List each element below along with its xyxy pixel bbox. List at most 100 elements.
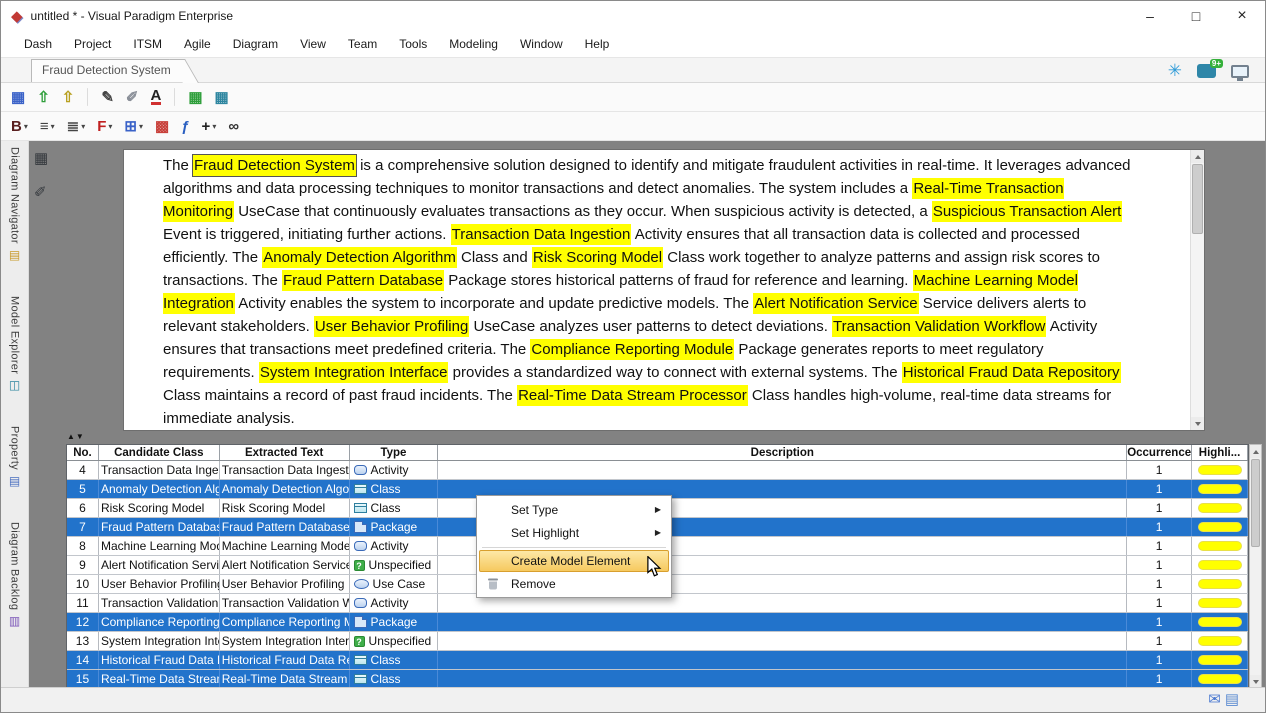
scrollbar-thumb[interactable] <box>1251 459 1260 547</box>
list-icon[interactable]: ≣ ▾ <box>63 116 90 137</box>
column-header[interactable]: Description <box>438 445 1127 460</box>
assistant-icon[interactable]: ✳ <box>1168 62 1182 80</box>
dropdown-arrow-icon[interactable]: ▾ <box>139 122 143 131</box>
dropdown-arrow-icon[interactable]: ▾ <box>212 122 216 131</box>
tab-fraud-detection-system[interactable]: Fraud Detection System <box>31 59 184 82</box>
close-button[interactable]: × <box>1219 1 1265 31</box>
menu-item[interactable]: Dash <box>13 33 63 55</box>
text-segment: User Behavior Profiling <box>314 316 469 337</box>
dropdown-arrow-icon[interactable]: ▾ <box>108 122 112 131</box>
sidebar-tab-model-explorer[interactable]: Model Explorer ◫ <box>9 296 21 392</box>
candidate-row[interactable]: 14 Historical Fraud Data Repository Hist… <box>67 651 1248 670</box>
bold-icon[interactable]: B ▾ <box>7 116 32 137</box>
menu-item[interactable]: Modeling <box>438 33 509 55</box>
text-segment: Class maintains a record of past fraud i… <box>163 387 517 404</box>
dropdown-arrow-icon[interactable]: ▾ <box>24 122 28 131</box>
class-icon <box>354 655 367 665</box>
column-header[interactable]: Occurrence <box>1127 445 1192 460</box>
context-menu-item[interactable]: Create Model Element ▶ <box>479 550 669 572</box>
column-header[interactable]: No. <box>67 445 99 460</box>
highlighter-icon[interactable]: ✐ ▾ <box>122 87 143 108</box>
document-scrollbar[interactable] <box>1190 150 1204 430</box>
highlight-color-swatch <box>1198 636 1242 646</box>
column-header[interactable]: Candidate Class <box>99 445 220 460</box>
menu-item[interactable]: Agile <box>173 33 222 55</box>
pen-icon[interactable]: ✎ ▾ <box>97 87 118 108</box>
sidebar-tab-diagram-navigator[interactable]: Diagram Navigator ▤ <box>9 147 21 262</box>
text-segment: Suspicious Transaction Alert <box>932 201 1122 222</box>
text-segment: Real-Time Data Stream Processor <box>517 385 748 406</box>
color-palette-icon[interactable]: ▩ ▾ <box>151 116 173 137</box>
column-header[interactable]: Extracted Text <box>220 445 350 460</box>
column-header[interactable]: Highli... <box>1192 445 1248 460</box>
menu-item[interactable]: Project <box>63 33 122 55</box>
export-diagram-icon[interactable]: ⇧ ▾ <box>33 87 54 108</box>
stamp-tool-icon[interactable]: ✐ <box>34 183 48 201</box>
package-icon <box>354 619 367 628</box>
font-style-icon[interactable]: F ▾ <box>93 116 116 137</box>
workspace: ▦ ✐ The Fraud Detection System is a comp… <box>29 141 1265 687</box>
note-icon[interactable]: ▤ <box>1225 692 1239 708</box>
font-icon[interactable]: A ▾ <box>147 87 166 107</box>
highlight-color-swatch <box>1198 503 1242 513</box>
formula-icon[interactable]: ƒ ▾ <box>177 116 193 137</box>
scroll-up-icon[interactable] <box>1191 150 1204 163</box>
menu-item-icon <box>488 504 498 515</box>
sidebar-tab-property[interactable]: Property ▤ <box>9 426 21 488</box>
document-text: The Fraud Detection System is a comprehe… <box>124 150 1190 430</box>
mouse-cursor <box>646 556 662 583</box>
candidate-row[interactable]: 13 System Integration Interface System I… <box>67 632 1248 651</box>
context-menu: Set Type ▶ Set Highlight ▶ Create Model <box>476 495 672 598</box>
toolbar-formatting: B ▾ ≡ ▾ ≣ ▾ F ▾ ⊞ <box>1 112 1265 141</box>
menu-item[interactable]: View <box>289 33 337 55</box>
add-icon[interactable]: + ▾ <box>198 116 221 137</box>
menu-item-icon <box>489 556 499 567</box>
message-icon[interactable]: ✉ <box>1208 692 1221 708</box>
diagram-backlog-icon: ▥ <box>9 615 20 628</box>
column-header[interactable]: Type <box>350 445 439 460</box>
highlight-color-swatch <box>1198 522 1242 532</box>
dropdown-arrow-icon[interactable]: ▾ <box>81 122 85 131</box>
text-segment: Anomaly Detection Algorithm <box>262 247 457 268</box>
context-menu-item[interactable]: Remove ▶ <box>479 572 669 595</box>
presentation-icon[interactable] <box>1231 65 1249 78</box>
candidate-row[interactable]: 12 Compliance Reporting Module Complianc… <box>67 613 1248 632</box>
candidate-row[interactable]: 4 Transaction Data Ingestion Transaction… <box>67 461 1248 480</box>
scroll-down-icon[interactable] <box>1191 417 1204 430</box>
text-analysis-icon[interactable]: ▦ ▾ <box>7 87 29 108</box>
minimize-button[interactable]: – <box>1127 1 1173 31</box>
table-scrollbar[interactable] <box>1249 444 1262 687</box>
activity-icon <box>354 598 367 608</box>
notification-badge: 9+ <box>1210 59 1223 68</box>
menu-item[interactable]: Tools <box>388 33 438 55</box>
import-icon[interactable]: ⇧ ▾ <box>58 87 79 108</box>
scroll-down-icon[interactable] <box>1250 675 1261 687</box>
scrollbar-thumb[interactable] <box>1192 164 1203 234</box>
align-icon[interactable]: ≡ ▾ <box>36 116 59 137</box>
context-menu-item[interactable]: Set Type ▶ <box>479 498 669 521</box>
dropdown-arrow-icon[interactable]: ▾ <box>51 122 55 131</box>
menu-item[interactable]: ITSM <box>122 33 173 55</box>
text-analysis-document[interactable]: The Fraud Detection System is a comprehe… <box>123 149 1205 431</box>
menu-item[interactable]: Diagram <box>222 33 289 55</box>
text-segment: Event is triggered, initiating further a… <box>163 226 451 243</box>
maximize-button[interactable]: □ <box>1173 1 1219 31</box>
context-menu-item[interactable]: Set Highlight ▶ <box>479 521 669 544</box>
menu-item[interactable]: Team <box>337 33 388 55</box>
scroll-up-icon[interactable] <box>1250 445 1261 458</box>
candidate-row[interactable]: 15 Real-Time Data Stream Processor Real-… <box>67 670 1248 687</box>
text-segment: UseCase analyzes user patterns to detect… <box>469 318 832 335</box>
left-pane-tabs: Diagram Navigator ▤ Model Explorer ◫ Pro… <box>1 141 29 687</box>
menu-item[interactable]: Window <box>509 33 574 55</box>
table-icon[interactable]: ⊞ ▾ <box>120 116 147 137</box>
menu-item[interactable]: Help <box>574 33 621 55</box>
activity-icon <box>354 465 367 475</box>
table-splitter-toggle[interactable]: ▲▼ <box>67 432 85 442</box>
grid-tool-icon[interactable]: ▦ <box>34 149 48 167</box>
candidate-table-icon[interactable]: ▦ ▾ <box>211 87 233 108</box>
community-chat-icon[interactable]: 9+ <box>1197 64 1216 78</box>
diagram-navigator-icon: ▤ <box>9 249 20 262</box>
sidebar-tab-diagram-backlog[interactable]: Diagram Backlog ▥ <box>9 522 21 628</box>
find-icon[interactable]: ∞ ▾ <box>224 116 243 137</box>
generate-candidates-icon[interactable]: ▦ ▾ <box>184 87 206 108</box>
